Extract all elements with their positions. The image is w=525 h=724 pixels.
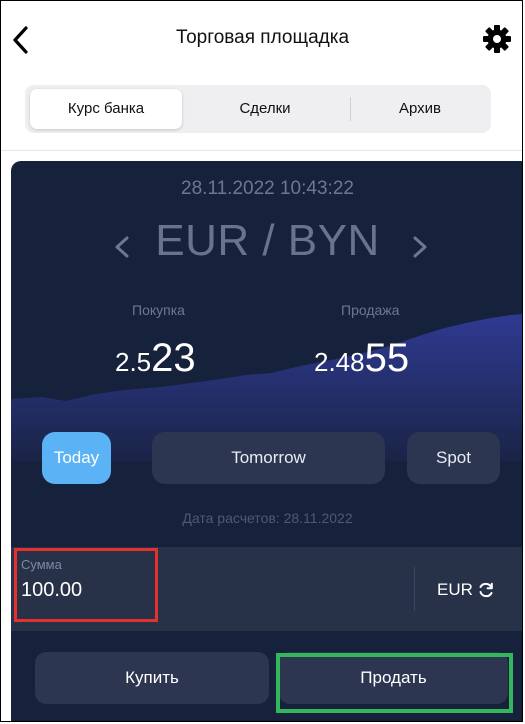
- exchange-panel: 28.11.2022 10:43:22 EUR / BYN Покупка Пр…: [11, 161, 522, 721]
- currency-switch-button[interactable]: EUR: [437, 578, 496, 602]
- sell-rate: 2.4855: [314, 336, 409, 381]
- tab-divider: [350, 97, 351, 121]
- period-tomorrow-button[interactable]: Tomorrow: [152, 432, 385, 484]
- page-title: Торговая площадка: [175, 27, 350, 48]
- tab-bank-rate[interactable]: Курс банка: [30, 89, 182, 129]
- tab-deals[interactable]: Сделки: [190, 89, 340, 129]
- rate-datetime: 28.11.2022 10:43:22: [181, 178, 354, 199]
- chevron-right-icon: [413, 236, 427, 258]
- period-today-button[interactable]: Today: [42, 432, 111, 484]
- next-pair-button[interactable]: [409, 230, 431, 264]
- buy-rate-prefix: 2.5: [115, 347, 152, 377]
- sell-label: Продажа: [341, 302, 400, 318]
- tab-archive[interactable]: Архив: [355, 89, 485, 129]
- buy-rate: 2.523: [115, 336, 196, 381]
- sell-rate-prefix: 2.48: [314, 347, 365, 377]
- amount-divider: [414, 567, 415, 611]
- top-bar: Торговая площадка: [1, 1, 522, 79]
- app-screen: Торговая площадка Курс банка Сделки Архи…: [0, 0, 523, 722]
- settlement-date: Дата расчетов: 28.11.2022: [182, 510, 353, 526]
- currency-pair: EUR / BYN: [155, 216, 380, 265]
- segmented-control: Курс банка Сделки Архив: [25, 85, 491, 133]
- settings-button[interactable]: [482, 24, 512, 54]
- amount-highlight-box: [14, 548, 158, 622]
- sell-highlight-box: [276, 653, 513, 713]
- currency-pair-row: EUR / BYN: [11, 216, 522, 276]
- buy-button[interactable]: Купить: [35, 652, 269, 704]
- buy-label: Покупка: [132, 302, 185, 318]
- buy-rate-suffix: 23: [151, 336, 196, 380]
- currency-code: EUR: [437, 580, 473, 599]
- sell-rate-suffix: 55: [364, 336, 410, 380]
- period-spot-button[interactable]: Spot: [407, 432, 500, 484]
- gear-icon: [483, 25, 511, 53]
- header-divider: [1, 150, 522, 151]
- refresh-icon: [479, 582, 493, 598]
